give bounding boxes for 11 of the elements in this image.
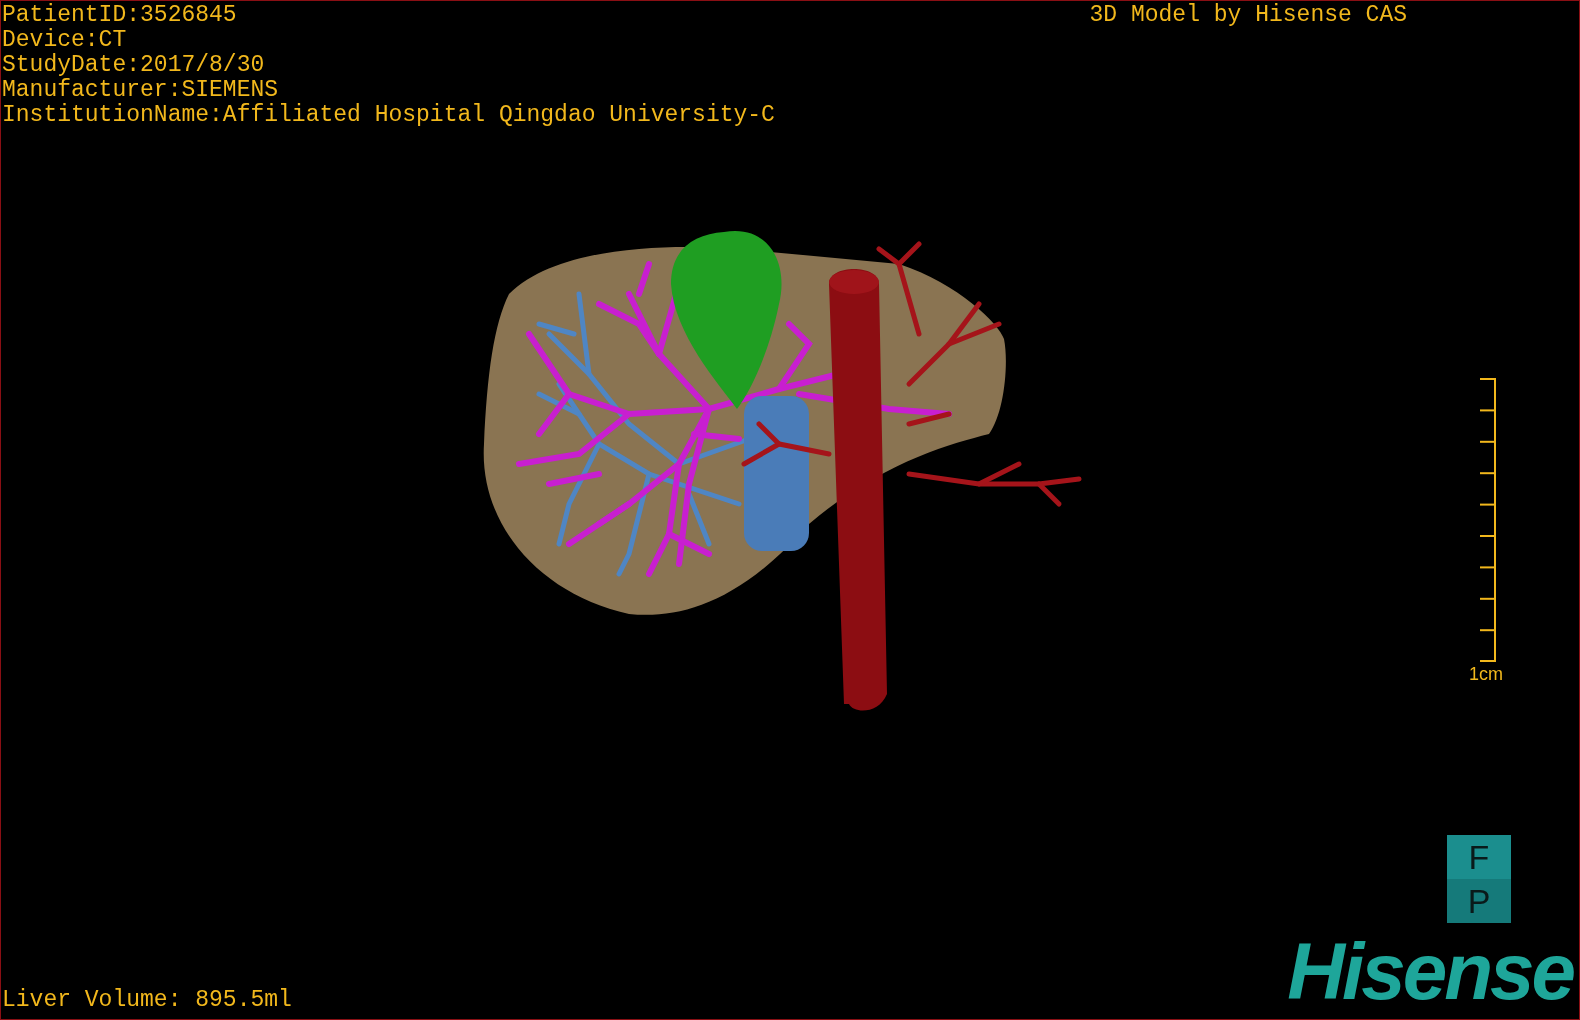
patient-info-text: Device:CT xyxy=(2,28,128,53)
liver-volume-text: Liver Volume: 895.5ml xyxy=(2,988,292,1013)
viewer-title: 3D Model by Hisense CAS xyxy=(1089,3,1407,28)
brand-logo: Hisense xyxy=(1287,937,1573,1007)
patient-info-text: PatientID:3526845 xyxy=(2,3,238,28)
patient-info-text: StudyDate:2017/8/30 xyxy=(2,53,266,78)
scale-label: 1cm xyxy=(1469,664,1503,684)
patient-info-text: InstitutionName:Affiliated Hospital Qingdao University-C xyxy=(2,103,775,128)
orientation-cube-face[interactable]: P xyxy=(1447,879,1511,923)
orientation-cube-face[interactable]: F xyxy=(1447,835,1511,879)
patient-info-text: Manufacturer:SIEMENS xyxy=(2,78,280,103)
